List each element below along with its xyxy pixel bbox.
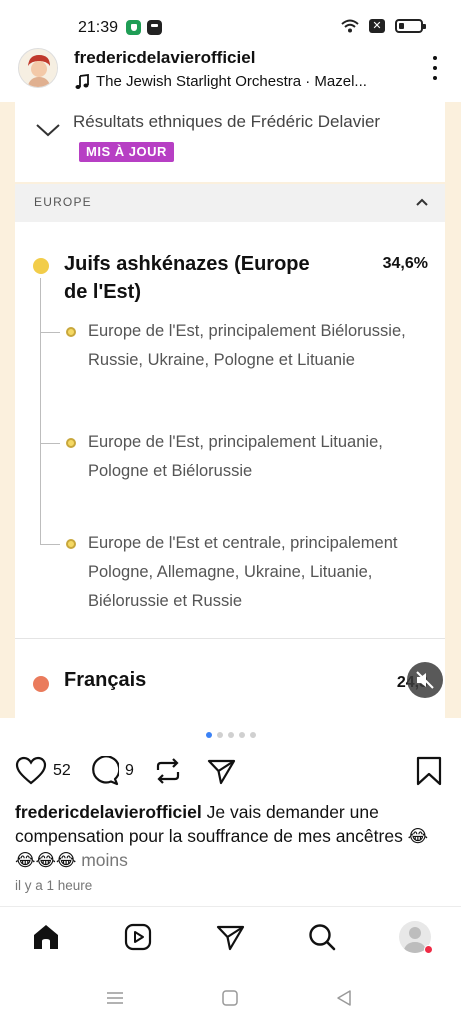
send-icon [216,925,245,951]
sim-blocked-icon: ✕ [369,19,385,33]
notification-dot [424,945,433,954]
group-color-dot [33,258,49,274]
repost-icon [156,758,180,784]
chevron-up-icon[interactable] [416,198,428,206]
music-row[interactable]: The Jewish Starlight Orchestra · Mazel..… [74,73,394,90]
sub-region-text: Europe de l'Est, principalement Lituanie… [88,433,383,480]
carousel-indicator [0,732,461,738]
sub-region-dot [66,539,76,549]
home-icon [34,925,58,949]
recents-icon[interactable] [105,988,125,1008]
reels-icon [124,923,152,951]
repost-button[interactable] [153,756,183,786]
carousel-dot [238,732,245,738]
sub-region-dot [66,327,76,337]
carousel-dot [249,732,256,738]
share-button[interactable] [206,756,236,786]
status-left-icons [126,20,162,35]
caption-less-link[interactable]: moins [81,850,128,870]
post-caption: fredericdelavierofficiel Je vais demande… [15,800,445,872]
post-header: fredericdelavierofficiel The Jewish Star… [0,44,461,102]
ancestry-group-second: Français 24,3 [15,639,445,718]
music-title: The Jewish Starlight Orchestra · Mazel..… [96,73,367,90]
back-icon[interactable] [334,988,354,1008]
group-color-dot [33,676,49,692]
ancestry-group-main: Juifs ashkénazes (Europe de l'Est) 34,6%… [15,222,445,638]
system-nav-bar [0,980,461,1016]
like-button[interactable]: 52 [15,756,71,786]
sub-region-text: Europe de l'Est, principalement Biélorus… [88,322,406,369]
group-name: Juifs ashkénazes (Europe de l'Est) [64,253,310,303]
nav-reels[interactable] [121,920,155,954]
sub-region-text: Europe de l'Est et centrale, principalem… [88,534,398,610]
music-note-icon [75,73,89,89]
more-options-icon[interactable] [431,56,439,80]
tree-branch [40,544,60,545]
nav-divider [0,906,461,907]
carousel-dot [227,732,234,738]
results-header-card: Résultats ethniques de Frédéric Delavier… [15,102,445,182]
post-actions: 52 9 [0,754,461,794]
post-username[interactable]: fredericdelavierofficiel [74,48,255,68]
avatar[interactable] [18,48,58,88]
group-percent: 34,6% [382,255,428,272]
tree-branch [40,443,60,444]
post-timestamp: il y a 1 heure [15,878,93,893]
wifi-icon [341,19,359,33]
nav-profile[interactable] [398,920,433,954]
speaker-muted-icon [416,671,434,689]
send-icon [207,759,236,785]
section-label: EUROPE [34,195,92,209]
post-media[interactable]: Résultats ethniques de Frédéric Delavier… [0,102,461,718]
like-count: 52 [53,762,71,779]
nav-search[interactable] [305,920,339,954]
section-europe[interactable]: EUROPE [15,184,445,222]
results-title: Résultats ethniques de Frédéric Delavier [73,112,381,131]
nav-send[interactable] [213,920,247,954]
results-title-block: Résultats ethniques de Frédéric Delavier… [73,107,433,165]
comment-count: 9 [125,762,134,779]
status-right-icons: ✕ [341,19,426,33]
heart-icon [15,756,47,785]
search-icon [309,924,336,951]
sub-region-dot [66,438,76,448]
tree-line [40,278,41,544]
mute-button[interactable] [407,662,443,698]
message-app-icon [147,20,162,35]
chevron-down-icon[interactable] [35,122,61,138]
group-name: Français [64,669,147,691]
save-button[interactable] [416,756,442,786]
comment-icon [92,756,119,786]
carousel-dot [216,732,223,738]
status-bar: 21:39 ✕ [0,0,461,44]
nav-home[interactable] [29,920,63,954]
bookmark-icon [416,756,442,786]
tree-branch [40,332,60,333]
avatar-illustration-icon [19,49,57,87]
caption-author[interactable]: fredericdelavierofficiel [15,802,202,822]
status-time: 21:39 [78,19,119,36]
shield-app-icon [126,20,141,35]
carousel-dot [205,732,212,738]
comment-button[interactable]: 9 [89,756,134,786]
bottom-nav [0,915,461,961]
home-square-icon[interactable] [220,988,240,1008]
battery-icon [395,19,426,33]
updated-badge: MIS À JOUR [79,141,174,162]
